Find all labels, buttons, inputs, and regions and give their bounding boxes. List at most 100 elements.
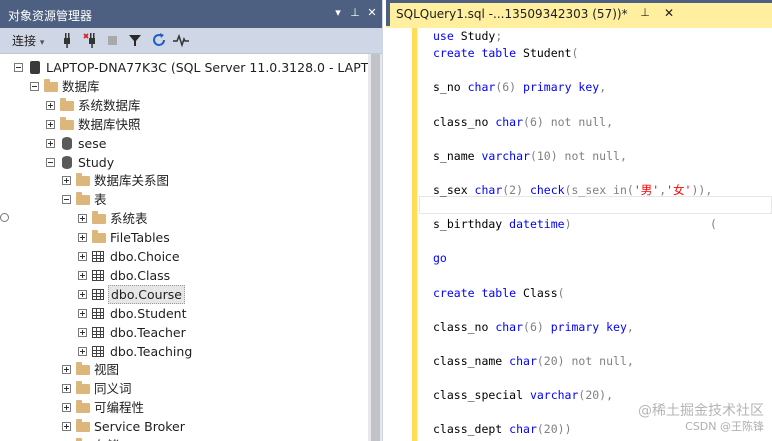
code-token: (6) (523, 319, 551, 334)
object-explorer-scrollbar[interactable] (368, 54, 382, 441)
code-token: char (495, 319, 524, 334)
tree-node[interactable]: 数据库快照 (0, 115, 368, 134)
expand-icon[interactable] (78, 233, 87, 243)
expand-icon[interactable] (46, 138, 55, 148)
expand-icon[interactable] (78, 270, 87, 280)
expand-icon[interactable] (62, 365, 71, 375)
object-explorer-titlebar: 对象资源管理器 ▾ ⊥ ✕ (0, 0, 382, 28)
expand-icon[interactable] (78, 252, 87, 261)
expand-icon[interactable] (62, 422, 71, 432)
object-explorer-panel: 对象资源管理器 ▾ ⊥ ✕ 连接 ▾ LAPTOP-DNA77K3C (SQL … (0, 0, 383, 441)
filter-icon[interactable] (128, 32, 142, 50)
code-line: s_name varchar(10) not null, (433, 148, 627, 165)
tab-title: SQLQuery1.sql -...13509342303 (57))* (396, 7, 628, 21)
panel-dropdown-icon[interactable]: ▾ (330, 5, 346, 21)
collapse-icon[interactable] (46, 157, 55, 167)
tree-node[interactable]: 视图 (0, 360, 368, 379)
tree-node[interactable]: dbo.Teaching (0, 342, 368, 361)
tree-node[interactable]: 可编程性 (0, 398, 368, 417)
connect-plug-icon[interactable] (60, 32, 74, 50)
table-icon (92, 251, 104, 262)
tab-pin-icon[interactable]: ⊥ (638, 6, 652, 22)
tree-node[interactable]: 系统数据库 (0, 96, 368, 115)
tree-node[interactable]: LAPTOP-DNA77K3C (SQL Server 11.0.3128.0 … (0, 58, 368, 77)
tree-node-label: dbo.Choice (110, 249, 180, 264)
disconnect-icon[interactable] (83, 32, 99, 50)
tree-node[interactable]: dbo.Teacher (0, 323, 368, 342)
tree-node-label: dbo.Teaching (110, 343, 193, 359)
code-token: datetime (509, 217, 565, 232)
tree-node-label: 系统数据库 (78, 97, 141, 113)
tree-node-label: dbo.Course (108, 284, 185, 304)
expand-icon[interactable] (62, 176, 71, 186)
code-token: s_sex (433, 182, 475, 197)
splitter-handle[interactable] (0, 213, 9, 222)
folder-icon (76, 419, 90, 433)
collapse-icon[interactable] (14, 63, 23, 72)
tree-node[interactable]: 数据库关系图 (0, 171, 368, 190)
tree-node[interactable]: 同义词 (0, 379, 368, 398)
tree-node-label: 表 (94, 192, 107, 208)
expand-icon[interactable] (46, 100, 55, 110)
tree-node[interactable]: 系统表 (0, 209, 368, 228)
code-token: Student (523, 46, 572, 61)
expand-icon[interactable] (78, 327, 87, 337)
tab-sqlquery1[interactable]: SQLQuery1.sql -...13509342303 (57))* ⊥ ✕ (390, 3, 772, 26)
refresh-icon[interactable] (151, 32, 167, 50)
tree-node[interactable]: dbo.Class (0, 266, 368, 285)
code-token: class_name (433, 353, 510, 368)
folder-icon (76, 192, 90, 206)
connect-button[interactable]: 连接 ▾ (12, 32, 44, 50)
expand-icon[interactable] (62, 403, 71, 413)
collapse-icon[interactable] (62, 195, 71, 205)
panel-pin-icon[interactable]: ⊥ (347, 5, 363, 21)
expand-icon[interactable] (78, 308, 87, 318)
code-token: char (509, 422, 537, 437)
code-token: (20) not null, (536, 353, 634, 368)
tree-node-label: 系统表 (110, 211, 148, 227)
expand-icon[interactable] (46, 119, 55, 129)
tree-node[interactable]: 存储 (0, 436, 368, 441)
object-explorer-title: 对象资源管理器 (8, 9, 93, 23)
expand-icon[interactable] (78, 214, 87, 224)
code-token: create table (433, 46, 524, 61)
panel-close-icon[interactable]: ✕ (364, 5, 380, 21)
tree-node[interactable]: sese (0, 134, 368, 153)
code-token: , (626, 319, 634, 334)
stop-icon[interactable] (107, 32, 119, 50)
tree-node[interactable]: Study (0, 153, 368, 172)
watermark-line1: @稀土掘金技术社区 (638, 403, 764, 419)
expand-icon[interactable] (78, 346, 87, 356)
collapse-icon[interactable] (30, 81, 39, 91)
expand-icon[interactable] (78, 289, 87, 299)
code-area[interactable]: use Study; create table Student(s_no char… (419, 28, 772, 441)
tree-node-label: 视图 (94, 362, 120, 378)
tree-node[interactable]: FileTables (0, 228, 368, 247)
code-token: char (495, 114, 524, 129)
activity-monitor-icon[interactable] (172, 32, 190, 50)
tree-node-label: Service Broker (94, 419, 185, 435)
folder-icon (44, 78, 58, 92)
expand-icon[interactable] (62, 384, 71, 394)
code-token: primary key (550, 319, 627, 334)
folder-icon (60, 97, 74, 111)
tree-node-label: dbo.Class (110, 267, 171, 283)
tab-close-icon[interactable]: ✕ (662, 6, 676, 22)
tree-node[interactable]: dbo.Course (0, 284, 368, 304)
code-line: use Study; (433, 28, 502, 45)
change-tracking-bar (412, 28, 417, 441)
code-token: Class (523, 285, 558, 300)
tree-node[interactable]: 表 (0, 190, 368, 209)
tree-node[interactable]: Service Broker (0, 417, 368, 436)
code-token: s_name (433, 148, 482, 163)
code-token: ) ( (564, 217, 717, 232)
folder-icon (76, 362, 90, 376)
watermark-line2: CSDN @王陈锋 (685, 420, 764, 433)
scrollbar-thumb[interactable] (371, 54, 380, 441)
code-token: (6) not null, (523, 114, 614, 129)
tree-node[interactable]: dbo.Student (0, 304, 368, 323)
tree-node[interactable]: 数据库 (0, 77, 368, 96)
folder-icon (60, 116, 74, 130)
tree-node[interactable]: dbo.Choice (0, 247, 368, 266)
code-token: (2) (502, 182, 530, 197)
